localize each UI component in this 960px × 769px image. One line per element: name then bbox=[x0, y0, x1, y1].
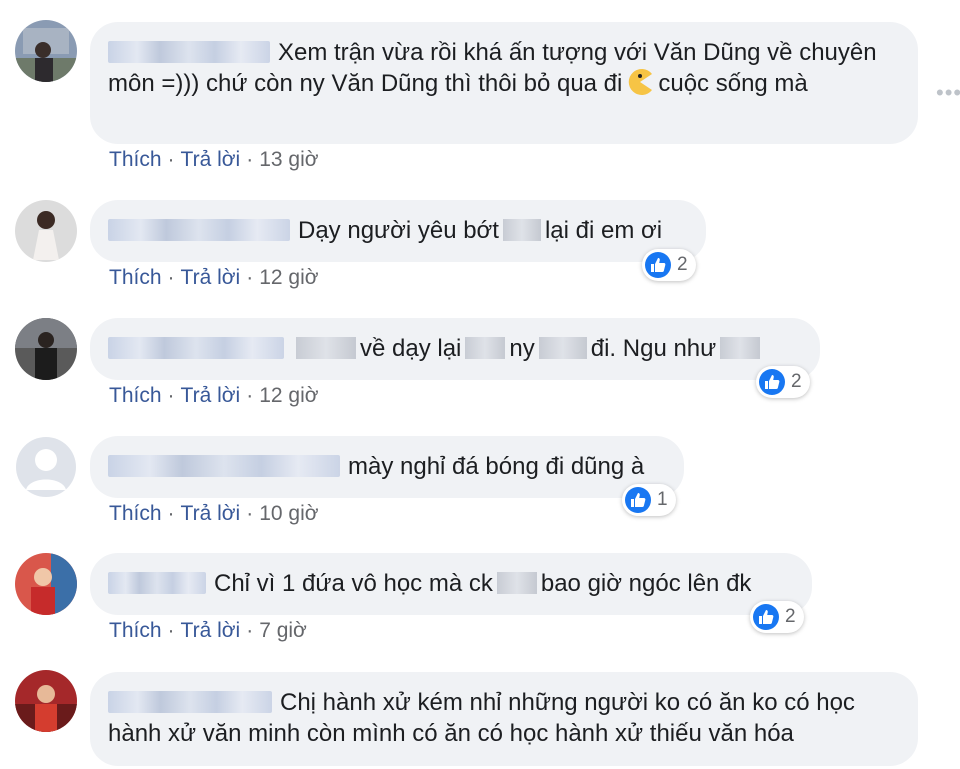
commenter-name[interactable] bbox=[108, 572, 206, 594]
timestamp[interactable]: 7 giờ bbox=[259, 619, 307, 642]
separator: · bbox=[246, 266, 254, 289]
comment-text: đi. Ngu như bbox=[590, 335, 717, 362]
comment-text: Chỉ vì 1 đứa vô học mà ck bbox=[214, 570, 493, 597]
like-count: 2 bbox=[791, 371, 802, 392]
comment-text: bao giờ ngóc lên đk bbox=[540, 570, 752, 597]
commenter-name[interactable] bbox=[108, 337, 284, 359]
comment-bubble: mày nghỉ đá bóng đi dũng à bbox=[90, 436, 684, 498]
comment-bubble: Chỉ vì 1 đứa vô học mà ck bao giờ ngóc lê… bbox=[90, 553, 812, 615]
separator: · bbox=[167, 148, 175, 171]
reply-link[interactable]: Trả lời bbox=[181, 619, 241, 642]
like-link[interactable]: Thích bbox=[109, 384, 162, 407]
comment-text-end: cuộc sống mà bbox=[658, 70, 808, 97]
censored-word bbox=[538, 337, 587, 359]
comment-actions: Thích · Trả lời · 10 giờ bbox=[109, 502, 319, 526]
avatar[interactable] bbox=[15, 670, 77, 732]
commenter-name[interactable] bbox=[108, 691, 272, 713]
separator: · bbox=[167, 266, 175, 289]
more-options-icon[interactable]: ••• bbox=[936, 80, 960, 106]
reaction-count[interactable]: 2 bbox=[756, 366, 810, 398]
commenter-name[interactable] bbox=[108, 41, 270, 63]
commenter-name[interactable] bbox=[108, 219, 290, 241]
comment-actions: Thích · Trả lời · 12 giờ bbox=[109, 384, 319, 408]
commenter-name[interactable] bbox=[108, 455, 340, 477]
comment-actions: Thích · Trả lời · 13 giờ bbox=[109, 148, 319, 172]
avatar[interactable] bbox=[15, 436, 77, 498]
comment-text: mày nghỉ đá bóng đi dũng à bbox=[348, 453, 645, 480]
reply-link[interactable]: Trả lời bbox=[181, 266, 241, 289]
comment-text: về dạy lại bbox=[360, 335, 462, 362]
avatar[interactable] bbox=[15, 200, 77, 262]
reply-link[interactable]: Trả lời bbox=[181, 502, 241, 525]
timestamp[interactable]: 12 giờ bbox=[259, 266, 318, 289]
comment-text: ny bbox=[509, 335, 535, 362]
separator: · bbox=[246, 148, 254, 171]
separator: · bbox=[246, 619, 254, 642]
like-count: 1 bbox=[657, 489, 668, 510]
comment-bubble: Xem trận vừa rồi khá ấn tượng với Văn Dũ… bbox=[90, 22, 918, 144]
separator: · bbox=[246, 384, 254, 407]
censored-word bbox=[296, 337, 356, 359]
timestamp[interactable]: 13 giờ bbox=[259, 148, 318, 171]
censored-word bbox=[720, 337, 761, 359]
avatar[interactable] bbox=[15, 553, 77, 615]
like-icon bbox=[759, 369, 785, 395]
comment-bubble: Chị hành xử kém nhỉ những người ko có ăn… bbox=[90, 672, 918, 766]
like-link[interactable]: Thích bbox=[109, 619, 162, 642]
comment-text: Dạy người yêu bớt bbox=[298, 217, 499, 244]
comment-bubble: Dạy người yêu bớt lại đi em ơi bbox=[90, 200, 706, 262]
separator: · bbox=[167, 502, 175, 525]
reaction-count[interactable]: 1 bbox=[622, 484, 676, 516]
timestamp[interactable]: 12 giờ bbox=[259, 384, 318, 407]
censored-word bbox=[502, 219, 541, 241]
reaction-count[interactable]: 2 bbox=[642, 249, 696, 281]
separator: · bbox=[167, 619, 175, 642]
avatar[interactable] bbox=[15, 318, 77, 380]
timestamp[interactable]: 10 giờ bbox=[259, 502, 318, 525]
like-link[interactable]: Thích bbox=[109, 148, 162, 171]
like-count: 2 bbox=[785, 606, 796, 627]
like-icon bbox=[645, 252, 671, 278]
reply-link[interactable]: Trả lời bbox=[181, 384, 241, 407]
comment-bubble: về dạy lại ny đi. Ngu như bbox=[90, 318, 820, 380]
comment-actions: Thích · Trả lời · 7 giờ bbox=[109, 619, 307, 643]
reaction-count[interactable]: 2 bbox=[750, 601, 804, 633]
separator: · bbox=[246, 502, 254, 525]
like-icon bbox=[753, 604, 779, 630]
comment-actions: Thích · Trả lời · 12 giờ bbox=[109, 266, 319, 290]
like-count: 2 bbox=[677, 254, 688, 275]
like-link[interactable]: Thích bbox=[109, 266, 162, 289]
like-icon bbox=[625, 487, 651, 513]
censored-word bbox=[465, 337, 506, 359]
separator: · bbox=[167, 384, 175, 407]
pacman-emoji bbox=[626, 68, 654, 96]
reply-link[interactable]: Trả lời bbox=[181, 148, 241, 171]
like-link[interactable]: Thích bbox=[109, 502, 162, 525]
comment-text: lại đi em ơi bbox=[544, 217, 663, 244]
avatar[interactable] bbox=[15, 20, 77, 82]
censored-word bbox=[496, 572, 537, 594]
